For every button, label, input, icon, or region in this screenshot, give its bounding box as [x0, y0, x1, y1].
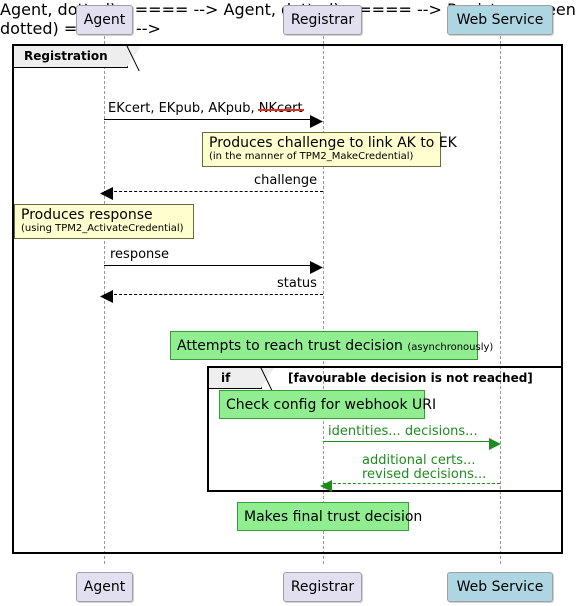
note-1-title: Produces challenge to link AK to EK	[209, 135, 457, 151]
message-line-3	[104, 265, 318, 266]
message-line-2	[104, 191, 323, 192]
participant-agent-bottom[interactable]: Agent	[76, 572, 133, 602]
message-line-1	[104, 119, 318, 120]
arrowhead-6-icon	[320, 477, 333, 496]
participant-registrar-label-bottom: Registrar	[290, 579, 355, 595]
arrowhead-4-icon	[100, 288, 114, 307]
note-produces-response: Produces response (using TPM2_ActivateCr…	[14, 204, 194, 239]
message-label-2: challenge	[254, 173, 318, 188]
alt-frame-tab	[209, 368, 262, 389]
note-3-title: Attempts to reach trust decision	[177, 338, 408, 354]
message-label-5: identities... decisions...	[328, 424, 478, 439]
message-1-text: EKcert, EKpub, AKpub,	[108, 101, 259, 116]
note-4-title: Check config for webhook URI	[226, 397, 437, 413]
note-2-subtitle: (using TPM2_ActivateCredential)	[21, 223, 184, 234]
message-label-3: response	[110, 247, 170, 262]
message-1-struck-text: NKcert	[257, 101, 304, 116]
arrowhead-1-icon	[310, 113, 324, 132]
arrowhead-2-icon	[100, 185, 114, 204]
participant-webservice-label: Web Service	[456, 12, 544, 28]
participant-webservice-label-bottom: Web Service	[456, 579, 544, 595]
alt-frame-condition: [favourable decision is not reached]	[288, 371, 533, 385]
note-1-subtitle: (in the manner of TPM2_MakeCredential)	[209, 151, 414, 162]
participant-registrar-top[interactable]: Registrar	[283, 5, 362, 35]
sequence-diagram-canvas: Agent Registrar Web Service Registration…	[0, 0, 576, 606]
note-attempts-trust-decision: Attempts to reach trust decision (asynch…	[170, 331, 493, 360]
note-3-subtitle: (asynchronously)	[407, 342, 494, 353]
participant-registrar-bottom[interactable]: Registrar	[283, 572, 362, 602]
message-label-6-line1: additional certs...	[362, 453, 476, 468]
participant-agent-top[interactable]: Agent	[76, 5, 133, 35]
note-2-title: Produces response	[21, 207, 153, 223]
message-line-6	[323, 483, 500, 484]
note-check-config-webhook: Check config for webhook URI	[219, 390, 436, 419]
participant-agent-label-bottom: Agent	[83, 579, 126, 595]
note-makes-final-trust-decision: Makes final trust decision	[237, 502, 422, 531]
note-5-title: Makes final trust decision	[244, 509, 423, 525]
alt-frame-tab-label: if	[221, 371, 231, 385]
frame-tab-label: Registration	[24, 49, 108, 63]
message-label-6-line2: revised decisions...	[362, 467, 487, 482]
participant-agent-label: Agent	[83, 12, 126, 28]
arrowhead-5-icon	[489, 435, 502, 454]
participant-registrar-label: Registrar	[290, 12, 355, 28]
message-label-1: EKcert, EKpub, AKpub, NKcert	[108, 101, 304, 116]
participant-webservice-top[interactable]: Web Service	[447, 5, 553, 35]
message-line-5	[323, 441, 495, 442]
message-label-4: status	[277, 276, 317, 291]
participant-webservice-bottom[interactable]: Web Service	[447, 572, 553, 602]
note-produces-challenge: Produces challenge to link AK to EK (in …	[202, 132, 457, 167]
message-line-4	[104, 294, 323, 295]
